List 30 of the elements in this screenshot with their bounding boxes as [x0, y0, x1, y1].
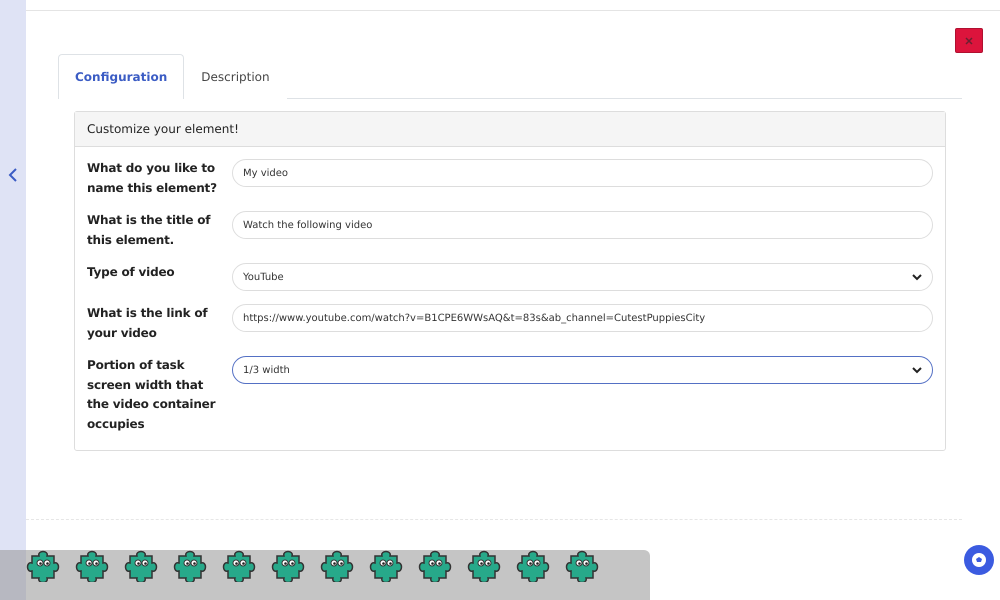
field-label: Portion of task screen width that the video container occupies — [87, 357, 216, 432]
puzzle-icon — [369, 550, 405, 582]
input-field[interactable]: My video — [232, 159, 933, 187]
puzzle-icon — [173, 550, 209, 582]
close-icon — [965, 36, 973, 44]
chevron-down-icon — [912, 366, 922, 374]
puzzle-icon — [418, 550, 454, 582]
puzzle-icon — [26, 550, 62, 582]
field-label: What is the title of this element. — [87, 212, 212, 248]
field-label: What do you like to name this element? — [87, 160, 218, 196]
puzzle-icon — [320, 550, 356, 582]
ball-icon — [971, 552, 987, 568]
input-field[interactable]: Watch the following video — [232, 211, 933, 239]
puzzle-icon — [467, 550, 503, 582]
puzzle-icon — [124, 550, 160, 582]
puzzle-icon — [75, 550, 111, 582]
field-label: Type of video — [87, 264, 176, 281]
tab[interactable]: Configuration — [58, 54, 184, 99]
select-field[interactable]: YouTube — [232, 263, 933, 291]
puzzle-icon — [271, 550, 307, 582]
select-field[interactable]: 1/3 width — [232, 356, 933, 384]
field-label: What is the link of your video — [87, 305, 209, 342]
chevron-left-icon[interactable] — [8, 168, 18, 182]
puzzle-icon — [565, 550, 601, 582]
input-field[interactable]: https://www.youtube.com/watch?v=B1CPE6WWsAQ&t=83s&ab_channel=CutestPuppiesCity — [232, 304, 933, 332]
panel-title: Customize your element! — [75, 112, 945, 147]
help-button[interactable] — [964, 545, 994, 575]
chevron-down-icon — [912, 274, 922, 280]
puzzle-icon — [222, 550, 258, 582]
puzzle-icon — [516, 550, 552, 582]
